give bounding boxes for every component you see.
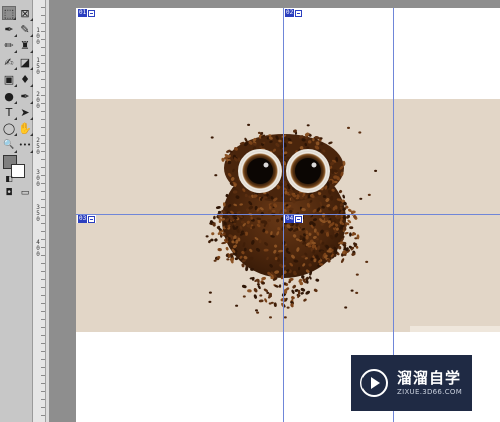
pen-tool[interactable]: ✒	[18, 89, 33, 104]
slice-icon	[88, 215, 96, 223]
eraser-icon: ◪	[19, 55, 31, 69]
slice-icon	[88, 9, 96, 17]
watermark-url: ZIXUE.3D66.COM	[397, 388, 463, 396]
type-tool[interactable]: T	[2, 105, 17, 120]
ruler-label: 0	[36, 251, 40, 258]
ruler-label: 0	[36, 39, 40, 46]
slice-number: 02	[285, 9, 295, 17]
stamp-icon: ♜	[20, 38, 30, 52]
gradient-icon: ▣	[3, 72, 15, 86]
magnifier-icon: 🔍	[3, 139, 15, 150]
quick-mask-icon[interactable]: ◘	[2, 186, 16, 200]
tools-panel: ⬚ ⊠ ✒ ✎ ✏ ♜ ✍ ◪ ▣ ♦ ● ✒ T ➤ ◯ ✋ 🔍 ••• ◧ ◘ ▭	[0, 0, 33, 422]
slice-tool[interactable]: ⊠	[18, 6, 33, 21]
path-selection-tool[interactable]: ➤	[18, 105, 33, 120]
eyedropper-tool[interactable]: ✒	[2, 22, 17, 37]
drop-icon: ♦	[20, 72, 30, 86]
slice-label-04[interactable]: 04	[284, 215, 304, 223]
ellipse-icon: ◯	[2, 121, 16, 135]
gradient-tool[interactable]: ▣	[2, 72, 17, 87]
more-tools[interactable]: •••	[18, 138, 33, 153]
slice-label-02[interactable]: 02	[284, 9, 304, 17]
hand-tool[interactable]: ✋	[18, 121, 33, 136]
history-brush-icon: ✍	[4, 55, 14, 69]
slice-number: 03	[78, 215, 88, 223]
ellipsis-icon: •••	[18, 140, 32, 149]
eyedropper-icon: ✒	[4, 22, 14, 36]
vertical-ruler: 100150200250300350400	[33, 0, 46, 422]
brush-tool[interactable]: ✏	[2, 38, 17, 53]
brush-icon: ✏	[4, 38, 14, 52]
slice-number: 01	[78, 9, 88, 17]
screen-mode-icon[interactable]: ▭	[18, 186, 32, 200]
ruler-label: 0	[36, 181, 40, 188]
ruler-label: 0	[36, 103, 40, 110]
slice-label-01[interactable]: 01	[77, 9, 97, 17]
ruler-edge	[46, 0, 49, 422]
default-colors-icon[interactable]: ◧	[2, 172, 16, 186]
dodge-icon: ●	[4, 89, 14, 103]
rectangular-marquee-tool[interactable]: ⬚	[2, 6, 16, 20]
ellipse-tool[interactable]: ◯	[2, 121, 17, 136]
dodge-tool[interactable]: ●	[2, 89, 17, 104]
type-icon: T	[5, 105, 13, 119]
ruler-label: 0	[36, 216, 40, 223]
slice-icon: ⊠	[20, 6, 30, 20]
arrow-icon: ➤	[20, 105, 30, 119]
slice-label-03[interactable]: 03	[77, 215, 97, 223]
play-logo-icon	[360, 369, 388, 397]
healing-brush-tool[interactable]: ✎	[18, 22, 33, 37]
blur-tool[interactable]: ♦	[18, 72, 33, 87]
bandage-icon: ✎	[20, 22, 30, 36]
pen-icon: ✒	[20, 89, 30, 103]
watermark-title: 溜溜自学	[397, 369, 462, 387]
slice-icon	[295, 9, 303, 17]
history-brush-tool[interactable]: ✍	[2, 55, 17, 70]
slice-number: 04	[285, 215, 295, 223]
zoom-tool[interactable]: 🔍	[2, 138, 17, 153]
eraser-tool[interactable]: ◪	[18, 55, 33, 70]
hand-icon: ✋	[18, 121, 32, 135]
slice-icon	[295, 215, 303, 223]
ruler-label: 0	[36, 69, 40, 76]
ruler-label: 0	[36, 149, 40, 156]
clone-stamp-tool[interactable]: ♜	[18, 38, 33, 53]
site-watermark: 溜溜自学 ZIXUE.3D66.COM	[351, 355, 472, 411]
